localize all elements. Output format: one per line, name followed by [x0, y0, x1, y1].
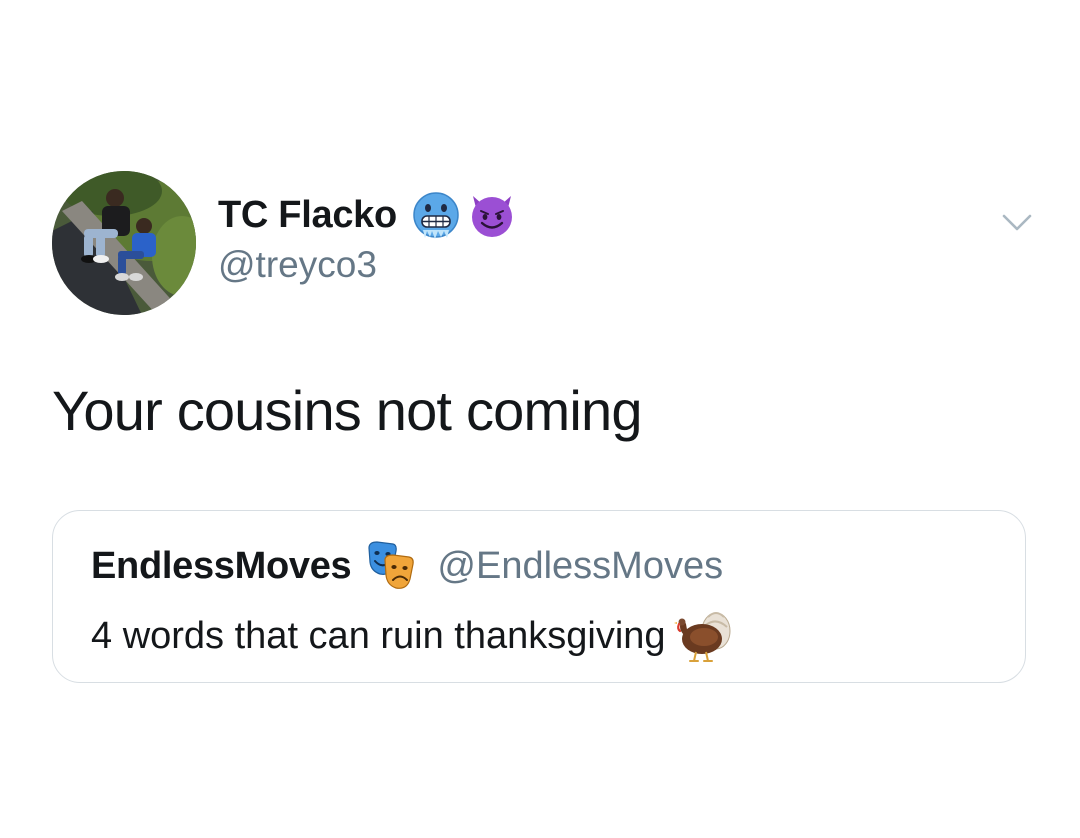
- smiling-imp-emoji-icon: [467, 190, 517, 240]
- quoted-tweet-header: EndlessMoves @EndlessMoves: [91, 541, 723, 591]
- quoted-author-handle: @EndlessMoves: [437, 544, 724, 587]
- performing-arts-emoji-icon: [363, 538, 419, 594]
- author-name-row: TC Flacko: [218, 188, 517, 242]
- avatar[interactable]: [52, 171, 196, 315]
- turkey-emoji-icon: [672, 605, 734, 667]
- quoted-author-display-name: EndlessMoves: [91, 544, 352, 587]
- quoted-tweet-body: 4 words that can ruin thanksgiving: [91, 606, 734, 666]
- quoted-tweet[interactable]: EndlessMoves @EndlessMoves 4 words that …: [52, 510, 1026, 683]
- cold-face-emoji-icon: [411, 190, 461, 240]
- chevron-down-icon[interactable]: [1000, 205, 1034, 239]
- tweet: TC Flacko @treyco3 Your cousins not comi…: [0, 0, 1080, 838]
- author-handle[interactable]: @treyco3: [218, 244, 517, 286]
- quoted-tweet-text: 4 words that can ruin thanksgiving: [91, 614, 666, 657]
- tweet-text: Your cousins not coming: [52, 379, 642, 442]
- tweet-author: TC Flacko @treyco3: [218, 188, 517, 292]
- author-display-name[interactable]: TC Flacko: [218, 194, 397, 237]
